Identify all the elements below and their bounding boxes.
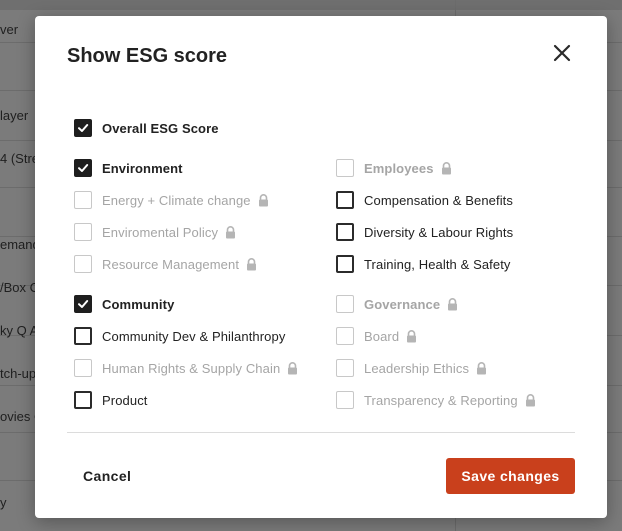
lock-icon: [247, 257, 257, 270]
checkmark-icon: [78, 124, 89, 132]
checkbox[interactable]: [74, 119, 92, 137]
lock-icon: [258, 193, 268, 206]
option-transparency-reporting: Transparency & Reporting: [336, 390, 536, 410]
lock-icon: [477, 361, 487, 374]
option-label: Compensation & Benefits: [364, 192, 513, 208]
checkbox: [74, 359, 92, 377]
close-button[interactable]: [551, 42, 573, 64]
checkbox[interactable]: [336, 191, 354, 209]
backdrop-row-text: ky Q A: [0, 323, 39, 338]
esg-score-dialog: Show ESG score Overall ESG Score Environm…: [35, 16, 607, 518]
option-label: Overall ESG Score: [102, 120, 219, 136]
option-diversity-labour-rights[interactable]: Diversity & Labour Rights: [336, 222, 513, 242]
option-leadership-ethics: Leadership Ethics: [336, 358, 487, 378]
checkmark-icon: [78, 164, 89, 172]
checkbox[interactable]: [336, 255, 354, 273]
option-label: Human Rights & Supply Chain: [102, 360, 281, 376]
option-employees: Employees: [336, 158, 452, 178]
option-community[interactable]: Community: [74, 294, 174, 314]
save-changes-button[interactable]: Save changes: [446, 458, 575, 494]
option-human-rights-supply-chain: Human Rights & Supply Chain: [74, 358, 298, 378]
option-product[interactable]: Product: [74, 390, 148, 410]
checkbox[interactable]: [336, 223, 354, 241]
option-overall-esg-score[interactable]: Overall ESG Score: [74, 118, 219, 138]
lock-icon: [525, 393, 535, 406]
checkbox[interactable]: [74, 391, 92, 409]
backdrop-row-text: y: [0, 495, 7, 510]
backdrop-header: [0, 0, 622, 10]
option-label: Enviromental Policy: [102, 224, 219, 240]
option-label: Environment: [102, 160, 183, 176]
checkbox: [336, 359, 354, 377]
lock-icon: [407, 329, 417, 342]
lock-icon: [448, 297, 458, 310]
option-label: Employees: [364, 160, 434, 176]
option-label: Community Dev & Philanthropy: [102, 328, 286, 344]
checkbox: [336, 159, 354, 177]
checkbox: [74, 223, 92, 241]
dialog-title: Show ESG score: [67, 45, 228, 67]
backdrop-row-text: layer: [0, 108, 29, 123]
cancel-button[interactable]: Cancel: [71, 458, 143, 494]
backdrop-row-text: /Box C: [0, 280, 40, 295]
option-governance: Governance: [336, 294, 458, 314]
option-label: Diversity & Labour Rights: [364, 224, 514, 240]
checkbox: [336, 327, 354, 345]
lock-icon: [288, 361, 298, 374]
lock-icon: [226, 225, 236, 238]
option-label: Product: [102, 392, 148, 408]
option-label: Board: [364, 328, 400, 344]
option-energy-climate-change: Energy + Climate change: [74, 190, 269, 210]
checkmark-icon: [78, 300, 89, 308]
option-training-health-safety[interactable]: Training, Health & Safety: [336, 254, 511, 274]
lock-icon: [441, 161, 451, 174]
option-label: Community: [102, 296, 175, 312]
close-icon: [553, 44, 571, 62]
checkbox: [74, 255, 92, 273]
option-enviromental-policy: Enviromental Policy: [74, 222, 236, 242]
option-community-dev-philanthropy[interactable]: Community Dev & Philanthropy: [74, 326, 285, 346]
option-label: Resource Management: [102, 256, 240, 272]
option-label: Energy + Climate change: [102, 192, 251, 208]
checkbox[interactable]: [74, 159, 92, 177]
option-environment[interactable]: Environment: [74, 158, 183, 178]
option-label: Governance: [364, 296, 441, 312]
option-compensation-benefits[interactable]: Compensation & Benefits: [336, 190, 513, 210]
option-board: Board: [336, 326, 417, 346]
option-label: Transparency & Reporting: [364, 392, 518, 408]
checkbox: [336, 295, 354, 313]
checkbox[interactable]: [74, 327, 92, 345]
dialog-divider: [67, 432, 575, 433]
backdrop-row-text: emand: [0, 237, 40, 252]
option-label: Leadership Ethics: [364, 360, 470, 376]
checkbox: [336, 391, 354, 409]
checkbox[interactable]: [74, 295, 92, 313]
checkbox: [74, 191, 92, 209]
option-resource-management: Resource Management: [74, 254, 257, 274]
option-label: Training, Health & Safety: [364, 256, 511, 272]
backdrop-row-text: tch-up: [0, 366, 37, 381]
backdrop-row-text: ver: [0, 22, 19, 37]
backdrop-row-text: 4 (Stre: [0, 151, 40, 166]
